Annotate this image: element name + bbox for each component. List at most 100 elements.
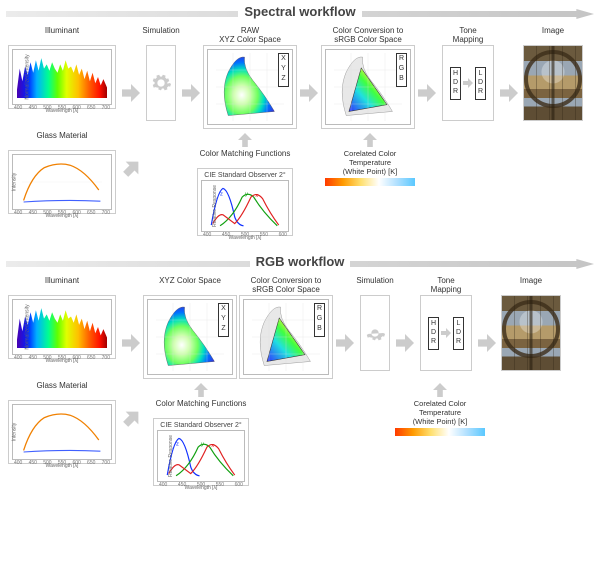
stage-glass: Glass Material Intensity 400450500550600… — [6, 131, 118, 214]
label-illuminant: Illuminant — [45, 276, 79, 294]
label-glass: Glass Material — [36, 381, 87, 399]
label-cmf: Color Matching Functions — [200, 149, 291, 167]
glass-curves — [16, 158, 108, 206]
tag-rgb: RGB — [396, 53, 407, 87]
axis-x: Wavelength [λ] — [13, 213, 111, 219]
arrow-right-icon — [122, 334, 140, 352]
arrow-up-icon — [433, 381, 447, 399]
stage-simulation: Simulation — [358, 276, 392, 371]
rgb-workflow: RGB workflow Illuminant Normalized Inten… — [0, 250, 600, 486]
stage-srgb: Color Conversion to sRGB Color Space — [322, 26, 414, 129]
stage-illuminant: Illuminant Normalized Intensity 40045050… — [6, 276, 118, 359]
label-cct: Corelated Color Temperature (White Point… — [395, 399, 485, 426]
arrow-right-icon — [396, 334, 414, 352]
label-srgb: Color Conversion to sRGB Color Space — [251, 276, 322, 294]
panel-illuminant: Normalized Intensity 4004505005506006507… — [8, 45, 116, 109]
rgb-below-row: Glass Material Intensity 400450500550600… — [6, 381, 594, 486]
cct-gradient-bar — [325, 178, 415, 186]
gamut-xyz: XYZ — [207, 49, 293, 125]
workflow-title: RGB workflow — [250, 254, 351, 269]
plot-glass: Intensity 400450500550600650700 Waveleng… — [12, 404, 112, 460]
cct-block: Corelated Color Temperature (White Point… — [395, 399, 485, 436]
cmf-z-label: z — [220, 192, 223, 198]
spectral-workflow: Spectral workflow Illuminant Normalized … — [0, 0, 600, 236]
arrow-right-icon — [122, 84, 140, 102]
arrow-right-icon — [463, 78, 473, 88]
workflow-title: Spectral workflow — [238, 4, 361, 19]
stage-xyz: RAW XYZ Color Space — [204, 26, 296, 129]
label-image: Image — [520, 276, 542, 294]
label-xyz: RAW XYZ Color Space — [219, 26, 281, 44]
label-simulation: Simulation — [356, 276, 393, 294]
stage-image: Image — [522, 26, 584, 121]
arrow-up-icon — [363, 131, 377, 149]
axis-y: Normalized Intensity — [25, 54, 31, 99]
tag-hdr: HDR — [450, 67, 461, 100]
stage-glass: Glass Material Intensity 400450500550600… — [6, 381, 118, 464]
gear-box — [146, 45, 176, 121]
plot-glass: Intensity 400450500550600650700 Waveleng… — [12, 154, 112, 210]
arrow-right-icon — [300, 84, 318, 102]
gamut-srgb: RGB — [243, 299, 329, 375]
gear-box — [360, 295, 390, 371]
gamut-srgb: RGB — [325, 49, 411, 125]
label-xyz: XYZ Color Space — [159, 276, 221, 294]
cmf-x-label: x — [255, 193, 258, 199]
panel-xyz: XYZ — [203, 45, 297, 129]
stage-xyz: XYZ Color Space XYZ — [144, 276, 236, 379]
stage-cct: Corelated Color Temperature (White Point… — [392, 381, 488, 436]
stage-tone: Tone Mapping HDR LDR — [418, 276, 474, 371]
svg-text:x: x — [211, 443, 214, 449]
spectral-main-row: Illuminant Normalized Intensity 40045050… — [6, 26, 594, 129]
arrow-right-icon — [418, 84, 436, 102]
label-tone: Tone Mapping — [431, 276, 462, 294]
tag-hdr: HDR — [428, 317, 439, 350]
label-cmf: Color Matching Functions — [156, 399, 247, 417]
stage-illuminant: Illuminant Normalized Intensity 40045050… — [6, 26, 118, 109]
arrow-right-icon — [441, 328, 451, 338]
panel-cmf: CIE Standard Observer 2° z y x Relative … — [197, 168, 293, 236]
axis-x: Wavelength [λ] — [202, 235, 288, 241]
stage-cmf: Color Matching Functions CIE Standard Ob… — [190, 131, 300, 236]
label-cmf-sub: CIE Standard Observer 2° — [157, 422, 245, 429]
rendered-image — [523, 45, 583, 121]
label-simulation: Simulation — [142, 26, 179, 44]
plot-cmf: z y x Relative Response 400450500550600 … — [201, 180, 289, 232]
gear-icon — [364, 322, 386, 344]
tag-rgb: RGB — [314, 303, 325, 337]
tag-ldr: LDR — [453, 317, 464, 350]
axis-x: Wavelength [λ] — [13, 108, 111, 114]
spectral-below-row: Glass Material Intensity 400450500550600… — [6, 131, 594, 236]
arrow-right-icon — [500, 84, 518, 102]
stage-simulation: Simulation — [144, 26, 178, 121]
gear-icon — [150, 72, 172, 94]
tag-xyz: XYZ — [278, 53, 289, 87]
axis-y: Intensity — [11, 173, 17, 192]
cmf-y-label: y — [245, 192, 248, 198]
label-cmf-sub: CIE Standard Observer 2° — [201, 172, 289, 179]
arrow-right-icon — [182, 84, 200, 102]
tag-ldr: LDR — [475, 67, 486, 100]
stage-srgb: Color Conversion to sRGB Color Space RGB — [240, 276, 332, 379]
stage-cmf: Color Matching Functions CIE Standard Ob… — [146, 381, 256, 486]
tone-box: HDR LDR — [442, 45, 494, 121]
label-srgb: Color Conversion to sRGB Color Space — [333, 26, 404, 44]
workflow-title-bar: Spectral workflow — [6, 4, 594, 24]
gamut-xyz: XYZ — [147, 299, 233, 375]
cct-block: Corelated Color Temperature (White Point… — [325, 149, 415, 186]
plot-cmf: zyx Relative Response 400450500550600 Wa… — [157, 430, 245, 482]
label-tone: Tone Mapping — [453, 26, 484, 44]
cct-gradient-bar — [395, 428, 485, 436]
rendered-image — [501, 295, 561, 371]
arrow-right-icon — [478, 334, 496, 352]
rgb-main-row: Illuminant Normalized Intensity 40045050… — [6, 276, 594, 379]
panel-srgb: RGB — [321, 45, 415, 129]
stage-tone: Tone Mapping HDR LDR — [440, 26, 496, 121]
panel-glass: Intensity 400450500550600650700 Waveleng… — [8, 150, 116, 214]
svg-text:z: z — [176, 442, 179, 448]
arrow-up-icon — [238, 131, 252, 149]
glass-arrow-col — [122, 131, 142, 177]
arrow-right-icon — [336, 334, 354, 352]
label-glass: Glass Material — [36, 131, 87, 149]
tag-xyz: XYZ — [218, 303, 229, 337]
